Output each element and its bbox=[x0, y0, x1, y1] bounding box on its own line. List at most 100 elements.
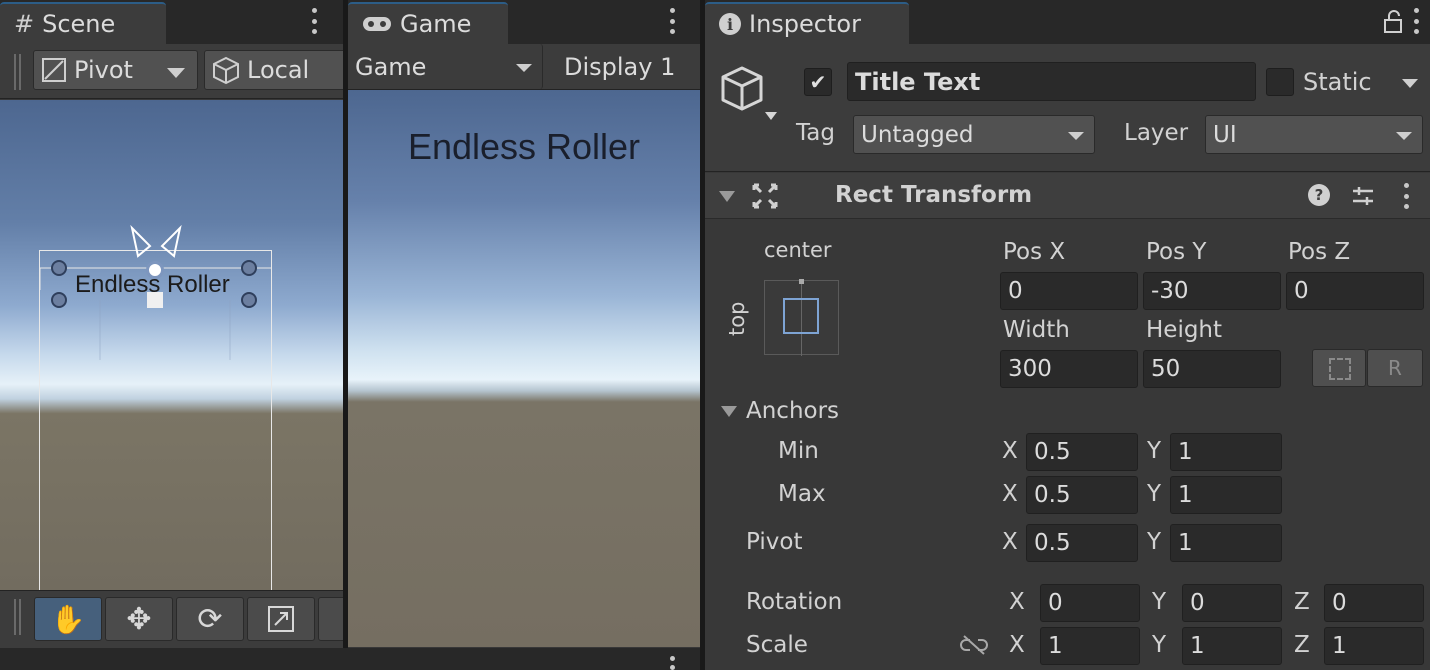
local-label: Local bbox=[247, 56, 310, 84]
constrain-proportions-icon[interactable] bbox=[960, 634, 988, 656]
pos-x-value: 0 bbox=[1008, 278, 1023, 304]
toolbar-grip-bottom-icon[interactable] bbox=[14, 599, 22, 635]
pivot-label: Pivot bbox=[746, 529, 803, 555]
pos-y-field[interactable]: -30 bbox=[1143, 272, 1281, 310]
lock-icon[interactable] bbox=[1383, 10, 1403, 34]
rotation-z-field[interactable]: 0 bbox=[1324, 584, 1424, 622]
width-field[interactable]: 300 bbox=[1000, 350, 1138, 388]
tab-game[interactable]: Game bbox=[348, 2, 508, 44]
rotation-x-value: 0 bbox=[1048, 590, 1063, 616]
component-menu-icon[interactable] bbox=[1401, 183, 1411, 209]
pivot-x-label: X bbox=[1002, 529, 1018, 555]
scene-toolbar: Pivot Local bbox=[0, 44, 343, 99]
width-label: Width bbox=[1003, 317, 1070, 343]
chevron-down-icon bbox=[1396, 131, 1412, 140]
tab-inspector[interactable]: i Inspector bbox=[705, 2, 909, 44]
chevron-down-icon bbox=[167, 68, 185, 78]
anchor-preset-button[interactable] bbox=[764, 279, 839, 356]
anchor-gizmo-icon[interactable] bbox=[128, 224, 184, 264]
pos-z-field[interactable]: 0 bbox=[1286, 272, 1424, 310]
gameobject-header: ✔ Title Text Static Tag Untagged Layer U… bbox=[705, 44, 1430, 172]
anchor-min-y-field[interactable]: 1 bbox=[1170, 433, 1282, 471]
rect-handle-tl[interactable] bbox=[51, 260, 67, 276]
scale-y-field[interactable]: 1 bbox=[1182, 627, 1282, 665]
tag-label: Tag bbox=[796, 120, 835, 146]
scale-z-value: 1 bbox=[1332, 633, 1347, 659]
scene-viewport[interactable]: Endless Roller bbox=[0, 100, 343, 590]
object-name-value: Title Text bbox=[855, 67, 981, 96]
component-title: Rect Transform bbox=[835, 182, 1033, 208]
anchors-label[interactable]: Anchors bbox=[746, 398, 839, 424]
anchors-foldout-icon[interactable] bbox=[721, 406, 737, 417]
local-dropdown[interactable]: Local bbox=[204, 50, 343, 90]
bottom-panel-menu-icon[interactable] bbox=[667, 656, 677, 670]
scene-tool-bar: ✋ ✥ ⟳ bbox=[0, 590, 343, 648]
game-viewport[interactable]: Endless Roller bbox=[348, 90, 700, 647]
rotation-x-field[interactable]: 0 bbox=[1040, 584, 1140, 622]
move-tool-button[interactable]: ✥ bbox=[105, 597, 173, 641]
game-view-label: Game bbox=[355, 52, 427, 81]
active-checkbox[interactable]: ✔ bbox=[804, 68, 832, 96]
rect-handle-bl[interactable] bbox=[51, 292, 67, 308]
anchor-min-x-field[interactable]: 0.5 bbox=[1026, 433, 1138, 471]
chevron-down-icon bbox=[516, 63, 532, 72]
object-name-field[interactable]: Title Text bbox=[847, 62, 1256, 101]
anchor-min-x-value: 0.5 bbox=[1034, 439, 1071, 465]
rotation-y-label: Y bbox=[1152, 589, 1167, 615]
rotation-z-label: Z bbox=[1294, 589, 1310, 615]
blueprint-mode-button[interactable] bbox=[1312, 349, 1366, 387]
tag-dropdown[interactable]: Untagged bbox=[853, 115, 1095, 154]
tab-scene-label: Scene bbox=[42, 10, 116, 38]
pos-x-field[interactable]: 0 bbox=[1000, 272, 1138, 310]
scale-y-label: Y bbox=[1152, 632, 1167, 658]
anchor-max-y-label: Y bbox=[1147, 481, 1162, 507]
rect-handle-br[interactable] bbox=[241, 292, 257, 308]
rect-tool-button[interactable] bbox=[318, 597, 343, 641]
scale-y-value: 1 bbox=[1190, 633, 1205, 659]
rect-transform-header[interactable]: Rect Transform ? bbox=[705, 173, 1430, 219]
toolbar-grip-icon[interactable] bbox=[14, 54, 22, 90]
height-field[interactable]: 50 bbox=[1143, 350, 1281, 388]
pos-z-label: Pos Z bbox=[1288, 239, 1351, 265]
scale-label: Scale bbox=[746, 632, 808, 658]
blueprint-icon bbox=[1329, 358, 1351, 380]
pivot-handle[interactable] bbox=[146, 261, 164, 279]
pivot-y-field[interactable]: 1 bbox=[1170, 524, 1282, 562]
tab-scene[interactable]: # Scene bbox=[0, 2, 166, 44]
inspector-panel: i Inspector ✔ Title Text Static Tag Unta… bbox=[705, 0, 1430, 670]
pos-x-label: Pos X bbox=[1003, 239, 1066, 265]
help-icon[interactable]: ? bbox=[1308, 184, 1330, 206]
static-checkbox[interactable] bbox=[1266, 68, 1294, 96]
display-label: Display 1 bbox=[564, 52, 676, 81]
gameobject-cube-icon[interactable] bbox=[715, 62, 787, 134]
pivot-x-field[interactable]: 0.5 bbox=[1026, 524, 1138, 562]
scene-panel: # Scene Pivot Local Endless Roller ✋ ✥ ⟳ bbox=[0, 0, 343, 670]
game-title-text: Endless Roller bbox=[407, 126, 641, 167]
scale-icon bbox=[268, 606, 294, 632]
rect-transform-icon bbox=[752, 183, 778, 209]
anchor-max-y-field[interactable]: 1 bbox=[1170, 476, 1282, 514]
anchor-min-label: Min bbox=[778, 438, 819, 464]
game-menu-icon[interactable] bbox=[667, 8, 677, 34]
pivot-dropdown[interactable]: Pivot bbox=[33, 50, 198, 90]
rotate-tool-button[interactable]: ⟳ bbox=[176, 597, 244, 641]
game-view-dropdown[interactable]: Game bbox=[348, 44, 543, 89]
pos-z-value: 0 bbox=[1294, 278, 1309, 304]
preset-icon[interactable] bbox=[1351, 184, 1375, 208]
height-value: 50 bbox=[1151, 356, 1181, 382]
foldout-icon[interactable] bbox=[719, 191, 735, 202]
hand-tool-button[interactable]: ✋ bbox=[34, 597, 102, 641]
scale-x-field[interactable]: 1 bbox=[1040, 627, 1140, 665]
scene-menu-icon[interactable] bbox=[309, 8, 319, 34]
static-dropdown-icon[interactable] bbox=[1402, 79, 1418, 88]
scale-z-field[interactable]: 1 bbox=[1324, 627, 1424, 665]
center-handle[interactable] bbox=[147, 292, 163, 308]
display-dropdown[interactable]: Display 1 bbox=[544, 44, 700, 89]
raw-edit-button[interactable]: R bbox=[1367, 349, 1423, 387]
inspector-menu-icon[interactable] bbox=[1411, 8, 1421, 34]
layer-dropdown[interactable]: UI bbox=[1205, 115, 1423, 154]
scale-tool-button[interactable] bbox=[247, 597, 315, 641]
rect-handle-tr[interactable] bbox=[241, 260, 257, 276]
rotation-y-field[interactable]: 0 bbox=[1182, 584, 1282, 622]
anchor-max-x-field[interactable]: 0.5 bbox=[1026, 476, 1138, 514]
